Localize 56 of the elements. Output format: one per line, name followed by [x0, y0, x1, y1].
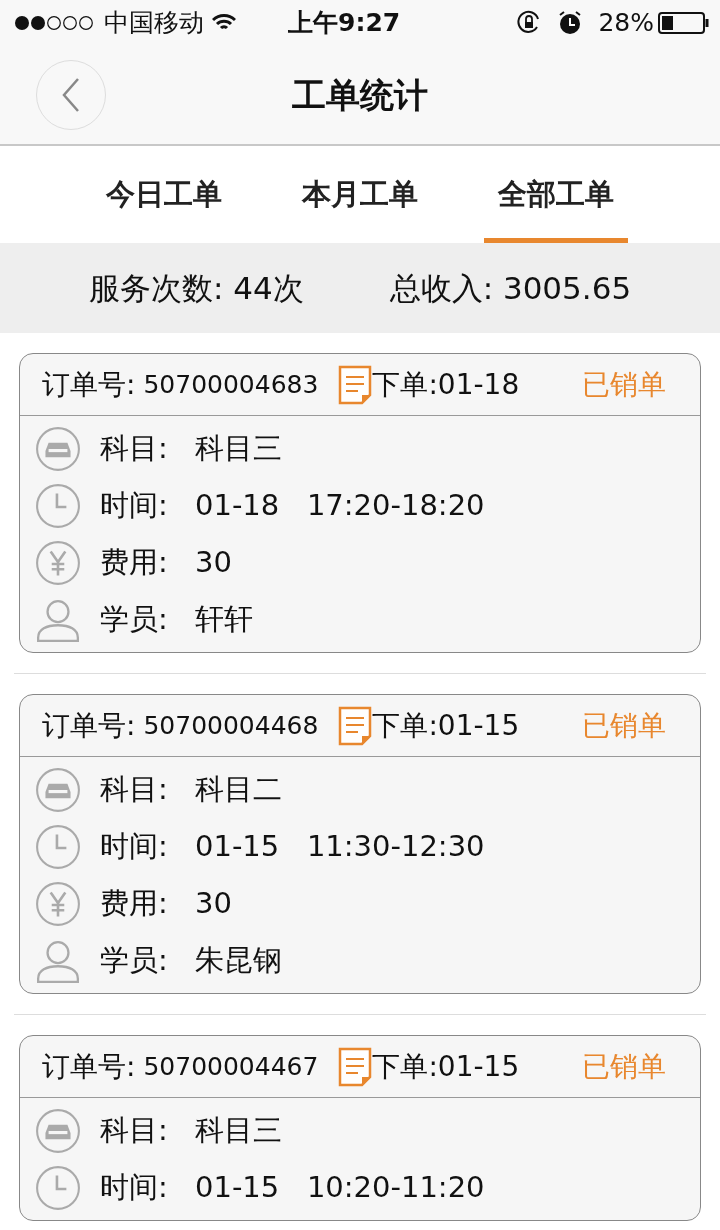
field-value: 科目三 — [195, 429, 282, 467]
yen-icon — [34, 880, 82, 927]
wifi-icon — [212, 14, 236, 32]
document-icon — [338, 705, 373, 746]
field-value: 科目三 — [195, 1111, 282, 1149]
battery-percent: 28% — [598, 7, 654, 40]
field-label: 时间: — [100, 486, 169, 524]
order-status: 已销单 — [582, 707, 666, 744]
clock-icon — [34, 823, 82, 870]
field-value: 01-15 11:30-12:30 — [195, 827, 485, 865]
order-status: 已销单 — [582, 1048, 666, 1085]
field-value: 30 — [195, 884, 232, 922]
clock-icon — [34, 482, 82, 529]
field-label: 时间: — [100, 827, 169, 865]
field-label: 时间: — [100, 1168, 169, 1206]
field-label: 学员: — [100, 600, 169, 638]
service-count: 服务次数: 44次 — [88, 268, 304, 308]
field-label: 学员: — [100, 941, 169, 979]
order-number-label: 订单号: — [42, 707, 136, 744]
order-number-label: 订单号: — [42, 1048, 136, 1085]
yen-icon — [34, 539, 82, 586]
alarm-icon — [558, 10, 583, 36]
document-icon — [338, 364, 373, 405]
signal-icon — [14, 15, 96, 31]
carrier-name: 中国移动 — [104, 7, 204, 40]
field-value: 30 — [195, 543, 232, 581]
order-number: 50700004683 — [143, 368, 319, 401]
order-date: 下单:01-15 — [372, 707, 520, 744]
car-icon — [34, 766, 82, 813]
field-value: 轩轩 — [195, 600, 253, 638]
order-date: 下单:01-18 — [372, 366, 520, 403]
tab[interactable]: 今日工单 — [92, 154, 236, 243]
clock-icon — [34, 1164, 82, 1211]
back-icon — [61, 77, 81, 113]
field-label: 费用: — [100, 884, 169, 922]
page-title: 工单统计 — [292, 73, 428, 117]
field-label: 费用: — [100, 543, 169, 581]
field-label: 科目: — [100, 770, 169, 808]
total-income: 总收入: 3005.65 — [389, 268, 632, 308]
field-value: 01-15 10:20-11:20 — [195, 1168, 485, 1206]
car-icon — [34, 425, 82, 472]
battery-icon — [658, 11, 710, 35]
clock-time: 上午9:27 — [288, 7, 401, 40]
field-value: 朱昆钢 — [195, 941, 282, 979]
order-date: 下单:01-15 — [372, 1048, 520, 1085]
field-value: 01-18 17:20-18:20 — [195, 486, 485, 524]
document-icon — [338, 1046, 373, 1087]
car-icon — [34, 1107, 82, 1154]
tab[interactable]: 本月工单 — [288, 154, 432, 243]
order-number: 50700004467 — [143, 1050, 319, 1083]
order-status: 已销单 — [582, 366, 666, 403]
field-label: 科目: — [100, 429, 169, 467]
order-number-label: 订单号: — [42, 366, 136, 403]
field-value: 科目二 — [195, 770, 282, 808]
field-label: 科目: — [100, 1111, 169, 1149]
order-number: 50700004468 — [143, 709, 319, 742]
